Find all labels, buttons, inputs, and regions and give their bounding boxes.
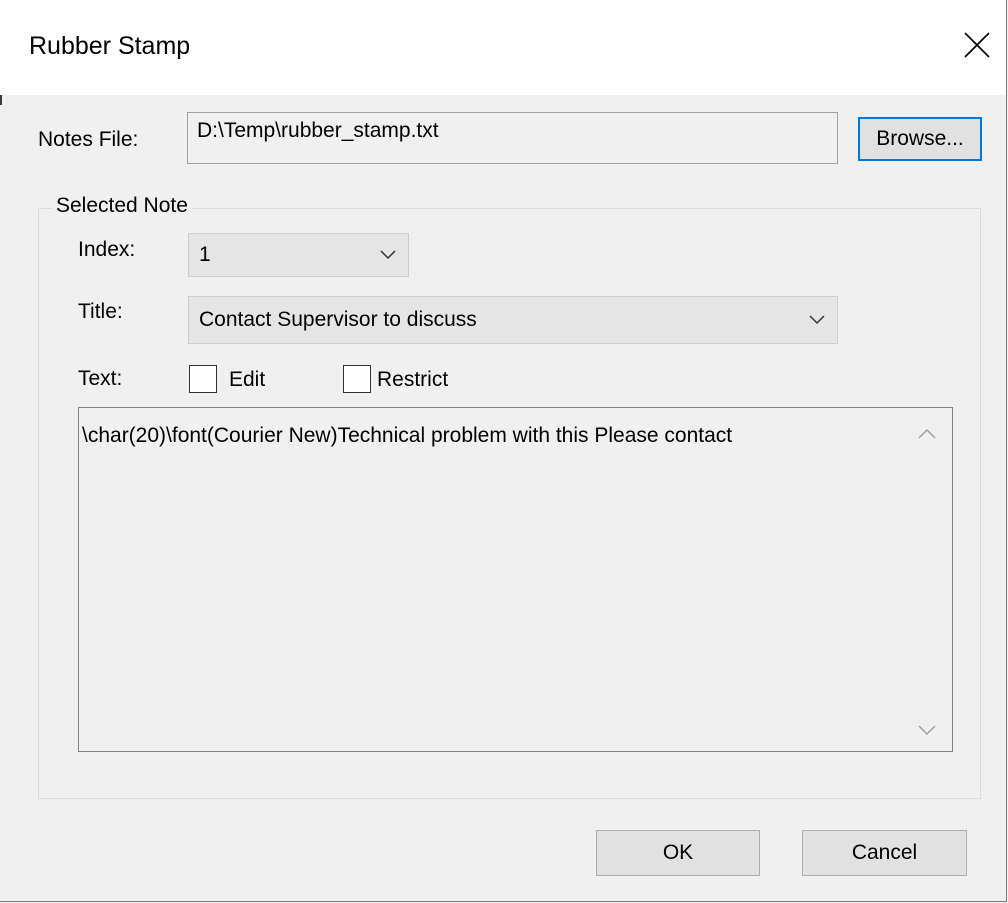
browse-button[interactable]: Browse...: [858, 117, 982, 161]
notes-file-field[interactable]: D:\Temp\rubber_stamp.txt: [187, 112, 838, 164]
text-label: Text:: [78, 367, 123, 390]
close-button[interactable]: [950, 18, 1006, 74]
rubber-stamp-dialog: Rubber Stamp Notes File: D:\Temp\rubber_…: [0, 0, 1007, 902]
restrict-checkbox[interactable]: [343, 365, 371, 393]
selected-note-group-label: Selected Note: [52, 194, 192, 218]
cancel-button[interactable]: Cancel: [802, 830, 967, 876]
ok-button[interactable]: OK: [596, 830, 760, 876]
index-label: Index:: [78, 238, 136, 261]
title-bar[interactable]: Rubber Stamp: [0, 0, 1006, 95]
title-dropdown[interactable]: Contact Supervisor to discuss: [188, 296, 838, 344]
scroll-up-icon[interactable]: [917, 428, 937, 440]
restrict-checkbox-label[interactable]: Restrict: [377, 368, 448, 392]
edit-checkbox-label[interactable]: Edit: [229, 368, 265, 392]
edit-checkbox[interactable]: [189, 365, 217, 393]
note-text-value: \char(20)\font(Courier New)Technical pro…: [82, 424, 733, 447]
note-text-area[interactable]: \char(20)\font(Courier New)Technical pro…: [78, 407, 953, 752]
close-icon: [964, 32, 990, 58]
notes-file-label: Notes File:: [38, 128, 139, 151]
notes-file-value: D:\Temp\rubber_stamp.txt: [197, 119, 439, 142]
title-value: Contact Supervisor to discuss: [199, 308, 477, 331]
index-dropdown[interactable]: 1: [188, 233, 409, 277]
title-label: Title:: [78, 300, 123, 323]
index-value: 1: [199, 243, 211, 266]
scroll-down-icon[interactable]: [917, 724, 937, 736]
chevron-down-icon: [380, 250, 396, 260]
dialog-title: Rubber Stamp: [29, 32, 191, 60]
chevron-down-icon: [809, 315, 825, 325]
